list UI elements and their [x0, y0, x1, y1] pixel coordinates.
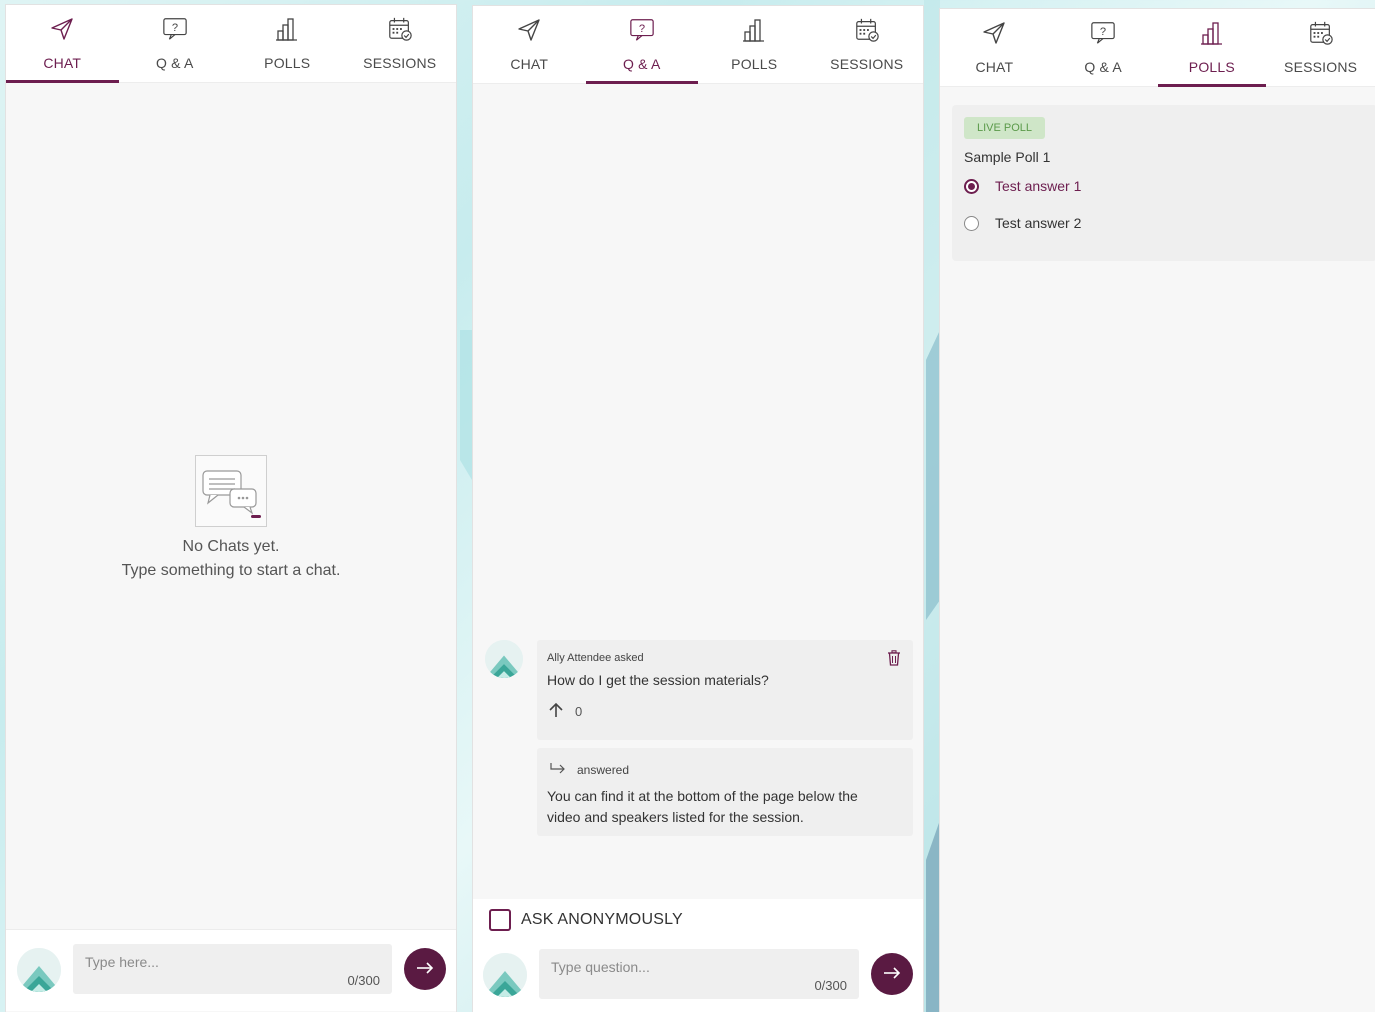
question-asker: Ally Attendee asked	[547, 652, 644, 664]
empty-chat-subtitle: Type something to start a chat.	[121, 562, 341, 579]
tab-chat-label: CHAT	[43, 55, 82, 71]
qa-thread: Ally Attendee asked How do I get the ses…	[483, 638, 913, 838]
chat-send-button[interactable]	[404, 948, 446, 990]
tab-sessions-label: SESSIONS	[363, 55, 437, 71]
ask-anonymously-checkbox[interactable]	[489, 909, 511, 931]
calendar-check-icon	[387, 15, 413, 43]
tab-qa[interactable]: ? Q & A	[1049, 9, 1158, 86]
tab-sessions-label: SESSIONS	[1284, 59, 1358, 75]
answer-text: You can find it at the bottom of the pag…	[547, 788, 858, 825]
question-char-counter: 0/300	[814, 978, 847, 993]
chat-input[interactable]	[73, 944, 392, 994]
paper-plane-icon	[49, 15, 75, 43]
tab-chat[interactable]: CHAT	[940, 9, 1049, 86]
bar-chart-icon	[1199, 19, 1225, 47]
question-send-button[interactable]	[871, 953, 913, 995]
question-text: How do I get the session materials?	[547, 672, 769, 688]
tab-chat-label: CHAT	[975, 59, 1014, 75]
tab-qa-label: Q & A	[622, 56, 661, 72]
tab-chat[interactable]: CHAT	[473, 6, 586, 83]
tab-sessions[interactable]: SESSIONS	[811, 6, 924, 83]
poll-option-1-label: Test answer 1	[995, 178, 1082, 194]
chat-bubbles-icon	[195, 455, 267, 527]
answer-header: answered	[549, 762, 629, 777]
question-bubble-icon: ?	[1090, 19, 1116, 47]
question-input-box: 0/300	[539, 949, 859, 999]
tab-bar: CHAT ? Q & A POLLS SESSIONS	[6, 5, 456, 83]
poll-option-2-label: Test answer 2	[995, 215, 1082, 231]
tab-polls[interactable]: POLLS	[698, 6, 811, 83]
tab-polls[interactable]: POLLS	[231, 5, 344, 82]
bar-chart-icon	[741, 16, 767, 44]
qa-panel: CHAT ? Q & A POLLS SESSIONS Ally Attende…	[472, 5, 924, 1012]
tab-bar: CHAT ? Q & A POLLS SESSIONS	[473, 6, 923, 84]
tab-qa-label: Q & A	[155, 55, 194, 71]
svg-text:?: ?	[172, 22, 178, 34]
trash-icon[interactable]	[887, 650, 903, 668]
question-input[interactable]	[539, 949, 859, 999]
answer-label: answered	[577, 762, 630, 777]
bar-chart-icon	[274, 15, 300, 43]
calendar-check-icon	[854, 16, 880, 44]
paper-plane-icon	[981, 19, 1007, 47]
chat-panel: CHAT ? Q & A POLLS SESSIONS No Chats yet…	[5, 4, 457, 1012]
tab-qa-label: Q & A	[1084, 59, 1122, 75]
avatar	[17, 948, 61, 992]
asker-avatar	[485, 640, 523, 678]
poll-option-2[interactable]: Test answer 2	[964, 215, 1081, 231]
polls-panel: CHAT ? Q & A POLLS SESSIONS LIVE POLL Sa…	[939, 8, 1375, 1012]
upvote-control[interactable]: 0	[549, 702, 582, 721]
chat-char-counter: 0/300	[347, 973, 380, 988]
poll-option-2-radio[interactable]	[964, 215, 979, 231]
empty-chat-title: No Chats yet.	[182, 538, 280, 555]
avatar	[483, 953, 527, 997]
question-card: Ally Attendee asked How do I get the ses…	[537, 640, 913, 740]
ask-anonymously-row: ASK ANONYMOUSLY	[473, 899, 923, 941]
chat-input-box: 0/300	[73, 944, 392, 994]
tab-chat[interactable]: CHAT	[6, 5, 119, 83]
ask-anonymously-label: ASK ANONYMOUSLY	[521, 911, 683, 928]
calendar-check-icon	[1308, 19, 1334, 47]
question-bubble-icon: ?	[629, 16, 655, 44]
tab-polls-label: POLLS	[731, 56, 778, 72]
live-poll-badge: LIVE POLL	[964, 117, 1046, 139]
poll-title: Sample Poll 1	[964, 149, 1051, 165]
chat-composer: 0/300	[6, 929, 456, 1011]
arrow-up-icon	[549, 702, 563, 721]
arrow-right-icon	[416, 958, 434, 981]
tab-sessions-label: SESSIONS	[830, 56, 904, 72]
poll-option-1-radio[interactable]	[964, 178, 979, 194]
tab-polls-label: POLLS	[1188, 59, 1235, 75]
reply-arrow-icon	[549, 762, 567, 777]
answer-card: answered You can find it at the bottom o…	[537, 748, 913, 836]
arrow-right-icon	[883, 963, 901, 986]
tab-qa[interactable]: ? Q & A	[119, 5, 232, 82]
svg-text:?: ?	[1100, 26, 1106, 38]
tab-sessions[interactable]: SESSIONS	[1266, 9, 1375, 86]
tab-chat-label: CHAT	[510, 56, 549, 72]
paper-plane-icon	[516, 16, 542, 44]
tab-sessions[interactable]: SESSIONS	[344, 5, 457, 82]
tab-polls-label: POLLS	[264, 55, 311, 71]
tab-qa[interactable]: ? Q & A	[585, 6, 699, 84]
tab-bar: CHAT ? Q & A POLLS SESSIONS	[940, 9, 1375, 87]
svg-text:?: ?	[639, 23, 645, 35]
chat-empty-state: No Chats yet. Type something to start a …	[6, 455, 456, 583]
qa-composer: 0/300	[473, 941, 923, 1012]
poll-card: LIVE POLL Sample Poll 1 Test answer 1 Te…	[952, 105, 1375, 261]
poll-option-1[interactable]: Test answer 1	[964, 178, 1081, 194]
upvote-count: 0	[575, 704, 583, 719]
question-bubble-icon: ?	[162, 15, 188, 43]
tab-polls[interactable]: POLLS	[1157, 9, 1267, 87]
